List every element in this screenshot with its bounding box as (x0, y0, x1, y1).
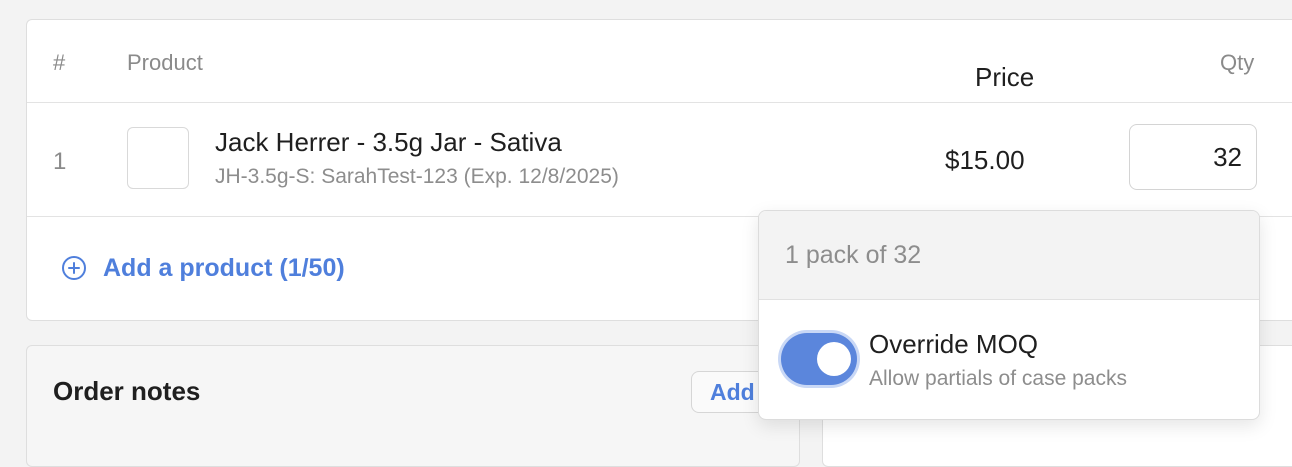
row-number: 1 (53, 148, 67, 175)
pack-popover: 1 pack of 32 Override MOQ Allow partials… (758, 210, 1260, 420)
product-name: Jack Herrer - 3.5g Jar - Sativa (215, 127, 562, 157)
column-header-product: Product (127, 50, 203, 75)
override-moq-description: Allow partials of case packs (869, 367, 1127, 390)
order-notes-title: Order notes (53, 376, 201, 406)
override-moq-label: Override MOQ (869, 329, 1039, 359)
plus-circle-icon (62, 256, 86, 280)
override-moq-toggle[interactable] (781, 333, 857, 385)
column-header-qty: Qty (1220, 50, 1255, 75)
pack-text: 1 pack of 32 (785, 241, 922, 269)
table-row: 1 Jack Herrer - 3.5g Jar - Sativa JH-3.5… (27, 103, 1292, 217)
product-price: $15.00 (945, 145, 1025, 175)
column-header-price: Price (975, 62, 1035, 92)
column-header-number: # (53, 50, 66, 75)
table-header: # Product Price Qty (27, 20, 1292, 103)
toggle-knob (817, 342, 851, 376)
product-thumbnail[interactable] (127, 127, 189, 189)
quantity-input[interactable] (1129, 124, 1257, 190)
add-product-button[interactable]: Add a product (1/50) (61, 250, 345, 286)
order-notes-card: Order notes Add (26, 345, 811, 467)
pack-info: 1 pack of 32 (759, 211, 1259, 300)
product-sku-batch: JH-3.5g-S: SarahTest-123 (Exp. 12/8/2025… (215, 165, 619, 188)
add-product-label: Add a product (1/50) (103, 253, 345, 282)
